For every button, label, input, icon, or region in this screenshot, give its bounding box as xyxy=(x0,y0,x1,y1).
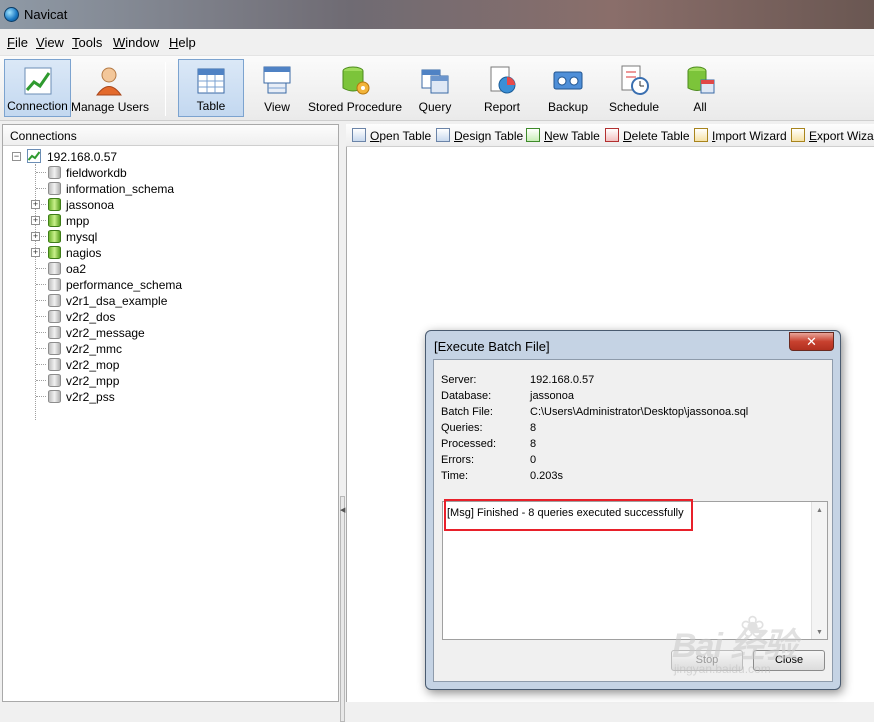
baidu-paw-icon: ❀ xyxy=(740,611,766,644)
view-button[interactable]: View xyxy=(250,59,304,117)
database-icon xyxy=(48,182,61,195)
database-icon xyxy=(48,326,61,339)
info-value: 0.203s xyxy=(530,470,564,482)
info-key: Queries: xyxy=(441,422,483,434)
info-value: 0 xyxy=(530,454,537,466)
query-icon xyxy=(421,69,449,94)
schedule-clock-icon xyxy=(621,65,649,95)
database-icon xyxy=(48,390,61,403)
title-bar: Navicat xyxy=(0,0,874,29)
info-key: Time: xyxy=(441,470,469,482)
info-key: Processed: xyxy=(441,438,497,450)
database-expand-toggle[interactable]: + xyxy=(31,232,40,241)
connections-header: Connections xyxy=(3,125,338,146)
export-wizard-icon xyxy=(791,128,805,142)
connection-chart-icon xyxy=(24,67,51,95)
info-key: Errors: xyxy=(441,454,474,466)
database-icon xyxy=(48,294,61,307)
info-value: 8 xyxy=(530,438,537,450)
dialog-title: [Execute Batch File] xyxy=(434,339,550,354)
menu-file[interactable]: File xyxy=(7,35,28,50)
info-key: Server: xyxy=(441,374,477,386)
all-objects-button[interactable]: All xyxy=(678,59,722,117)
report-icon xyxy=(490,66,516,94)
highlight-annotation-box xyxy=(444,499,693,531)
watermark-brand: Bai 经验 xyxy=(672,627,797,665)
query-button[interactable]: Query xyxy=(410,59,460,117)
database-icon xyxy=(48,310,61,323)
toolbar-separator xyxy=(165,62,166,116)
backup-button[interactable]: Backup xyxy=(543,59,593,117)
info-value: 192.168.0.57 xyxy=(530,374,595,386)
view-grid-icon xyxy=(263,66,291,94)
table-button[interactable]: Table xyxy=(178,59,244,117)
procedure-gear-icon xyxy=(342,66,370,95)
baidu-watermark: Bai 经验 ❀ jingyan.baidu.com xyxy=(660,600,870,700)
info-key: Database: xyxy=(441,390,492,402)
database-expand-toggle[interactable]: + xyxy=(31,248,40,257)
database-expand-toggle[interactable]: + xyxy=(31,216,40,225)
info-value: C:\Users\Administrator\Desktop\jassonoa.… xyxy=(530,406,749,418)
database-icon xyxy=(48,214,61,227)
database-icon xyxy=(48,374,61,387)
server-connection-icon xyxy=(27,149,41,163)
database-icon xyxy=(48,198,61,211)
window-title: Navicat xyxy=(24,7,68,22)
menu-bar: File View Tools Window Help xyxy=(0,29,874,56)
backup-tape-icon xyxy=(553,71,583,90)
stored-procedure-button[interactable]: Stored Procedure xyxy=(308,59,402,117)
schedule-button[interactable]: Schedule xyxy=(606,59,662,117)
scroll-up-icon[interactable]: ▲ xyxy=(816,507,823,514)
splitter-collapse-icon[interactable]: ◀ xyxy=(340,506,345,514)
menu-tools[interactable]: Tools xyxy=(72,35,102,50)
import-wizard-icon xyxy=(694,128,708,142)
connection-button[interactable]: Connection xyxy=(4,59,71,117)
database-icon xyxy=(48,166,61,179)
database-icon xyxy=(48,358,61,371)
connections-panel: Connections − 192.168.0.57 fieldworkdb in… xyxy=(2,124,339,702)
info-value: jassonoa xyxy=(530,390,575,402)
new-table-icon xyxy=(526,128,540,142)
design-table-icon xyxy=(436,128,450,142)
object-toolbar: Open Table Design Table New Table Delete… xyxy=(346,124,874,147)
server-collapse-toggle[interactable]: − xyxy=(12,152,21,161)
info-value: 8 xyxy=(530,422,537,434)
table-grid-icon xyxy=(197,68,225,94)
open-table-icon xyxy=(352,128,366,142)
report-button[interactable]: Report xyxy=(476,59,528,117)
all-objects-icon xyxy=(687,66,715,94)
splitter-grip[interactable] xyxy=(340,496,345,722)
database-icon xyxy=(48,262,61,275)
info-key: Batch File: xyxy=(441,406,493,418)
main-toolbar: Connection Manage Users Table View Store… xyxy=(0,56,874,121)
database-icon xyxy=(48,230,61,243)
watermark-url: jingyan.baidu.com xyxy=(674,662,771,676)
database-icon xyxy=(48,278,61,291)
menu-window[interactable]: Window xyxy=(113,35,159,50)
database-icon xyxy=(48,246,61,259)
delete-table-icon xyxy=(605,128,619,142)
navicat-app-icon xyxy=(4,7,19,22)
menu-view[interactable]: View xyxy=(36,35,64,50)
database-icon xyxy=(48,342,61,355)
dialog-close-x-button[interactable]: ✕ xyxy=(789,332,834,351)
manage-users-button[interactable]: Manage Users xyxy=(71,59,149,117)
database-expand-toggle[interactable]: + xyxy=(31,200,40,209)
menu-help[interactable]: Help xyxy=(169,35,196,50)
panel-splitter[interactable]: ◀ xyxy=(339,124,346,722)
user-icon xyxy=(95,67,122,96)
